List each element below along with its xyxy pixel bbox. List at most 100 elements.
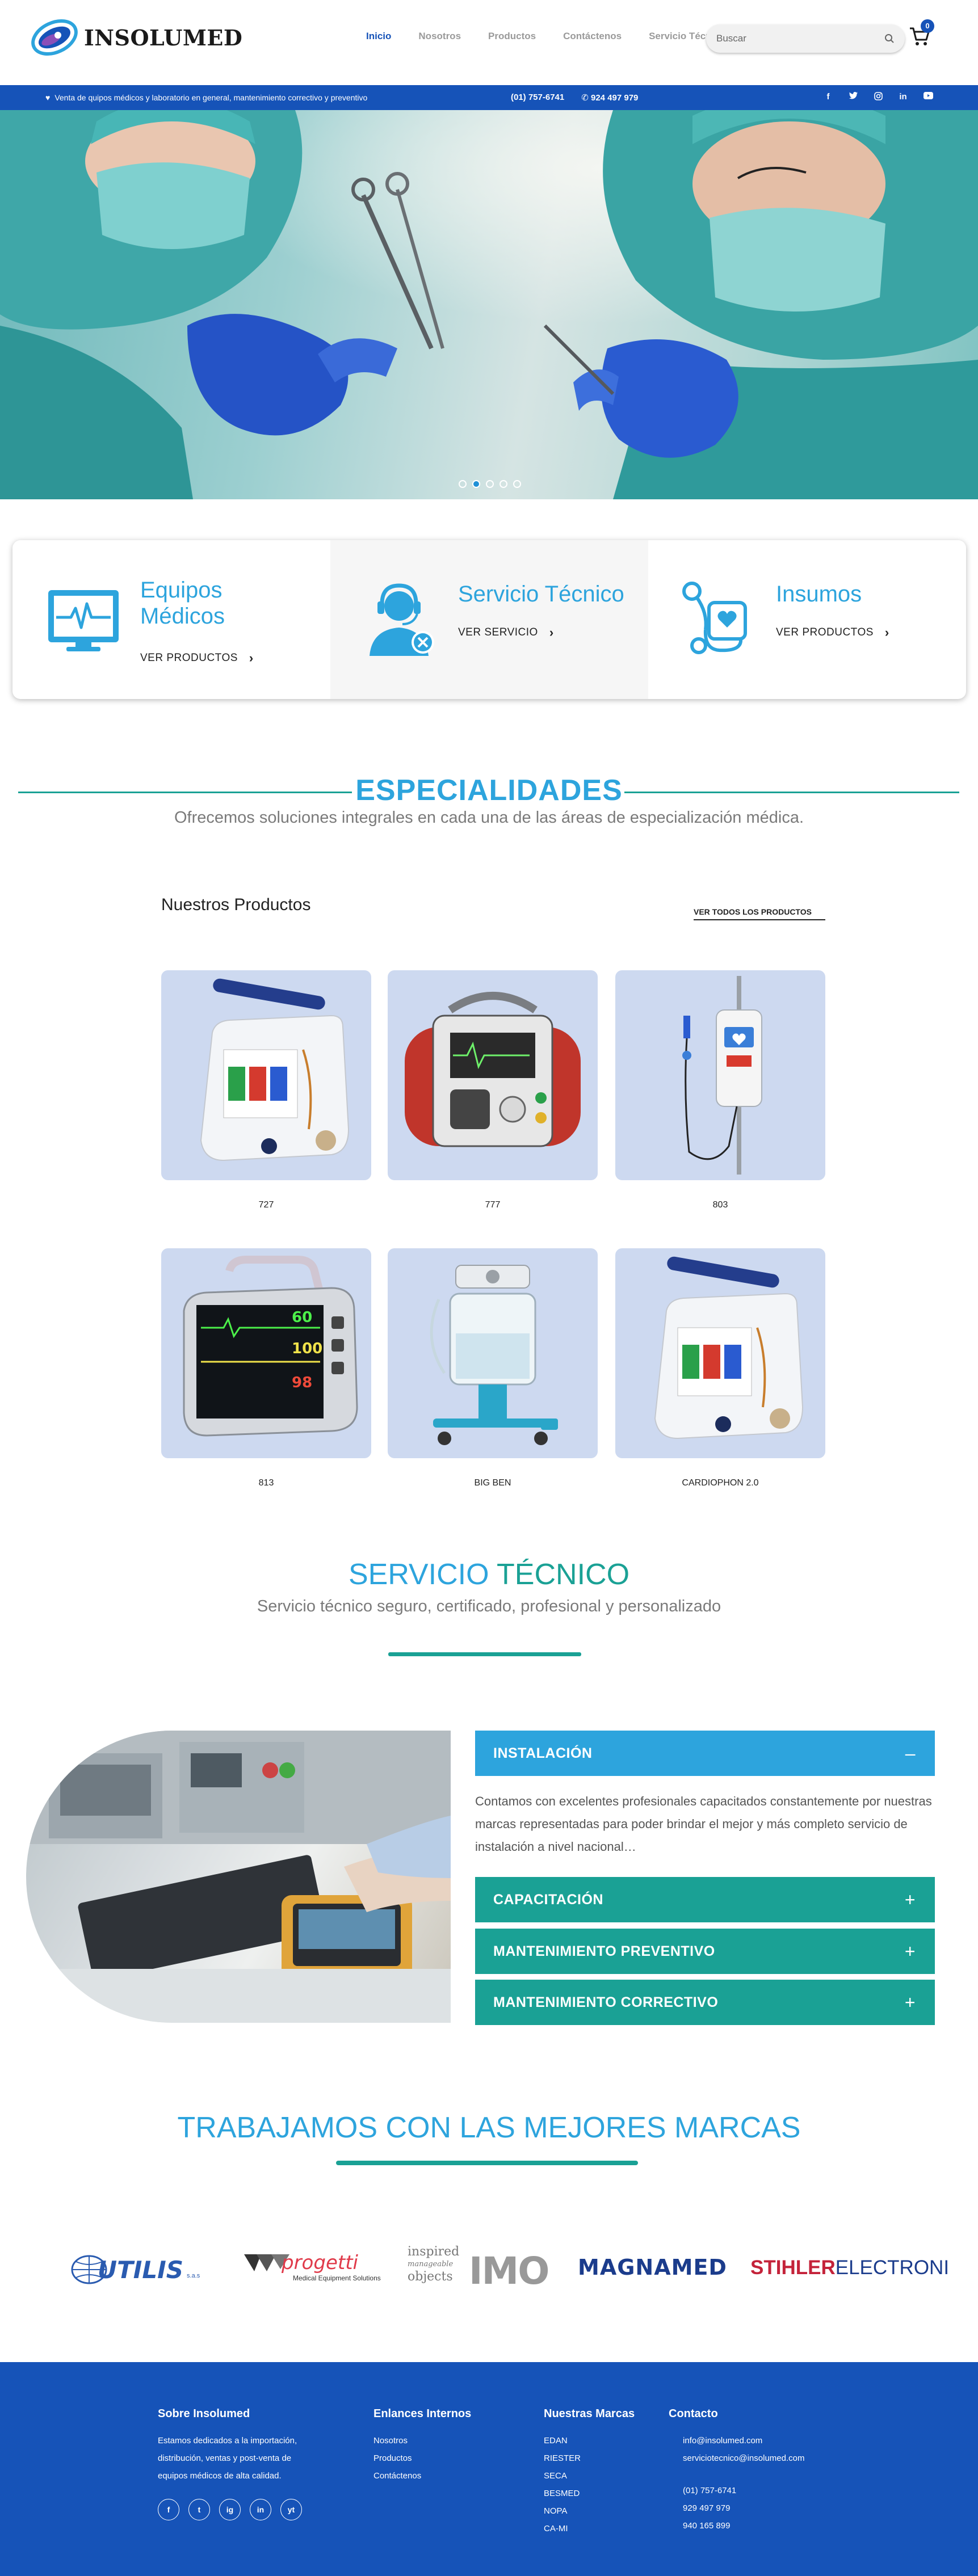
product-image[interactable] [615,970,825,1180]
instagram-icon[interactable] [873,92,883,103]
ver-servicio-link[interactable]: VER SERVICIO › [458,625,554,640]
feature-servicio-tecnico[interactable]: Servicio Técnico VER SERVICIO › [330,540,648,699]
footer-heading: Nuestras Marcas [544,2407,635,2420]
product-image[interactable] [388,970,598,1180]
divider [336,2161,638,2165]
brand-imo-logo-text[interactable]: inspired manageable objects [408,2246,459,2283]
slider-dot[interactable] [513,480,521,488]
heart-icon: ♥ [45,93,51,102]
footer-internal-links: Enlances Internos Nosotros Productos Con… [373,2407,471,2485]
hero-surgeons-image [0,110,978,499]
twitter-icon[interactable]: t [188,2499,210,2520]
tagline: ♥ Venta de quipos médicos y laboratorio … [45,93,367,102]
product-name[interactable]: 803 [615,1200,825,1210]
footer-email[interactable]: serviciotecnico@insolumed.com [683,2449,804,2467]
product-name[interactable]: 777 [388,1200,598,1210]
footer-phone[interactable]: 929 497 979 [683,2499,804,2517]
accordion-capacitacion[interactable]: CAPACITACIÓN + [475,1877,935,1922]
footer-link-nosotros[interactable]: Nosotros [373,2432,471,2449]
youtube-icon[interactable]: yt [280,2499,302,2520]
product-card[interactable]: CARDIOPHON 2.0 [615,1248,825,1488]
phone-1[interactable]: (01) 757-6741 [511,92,564,103]
product-image[interactable] [615,1248,825,1458]
footer-brand-link[interactable]: EDAN [544,2432,635,2449]
logo-text: INSOLUMED [84,24,243,50]
site-header: INSOLUMED Inicio Nosotros Productos Cont… [0,0,978,85]
product-name[interactable]: 727 [161,1200,371,1210]
product-card[interactable]: 60 100 98 813 [161,1248,371,1488]
search-input[interactable]: Buscar [706,24,905,53]
minus-icon[interactable]: – [905,1743,916,1764]
instagram-icon[interactable]: ig [219,2499,241,2520]
youtube-icon[interactable] [923,92,933,103]
whatsapp-icon: ✆ [581,93,591,103]
footer-brand-link[interactable]: CA-MI [544,2520,635,2537]
feature-equipos-medicos[interactable]: Equipos Médicos VER PRODUCTOS › [12,540,330,699]
slider-dot-active[interactable] [472,480,480,488]
accordion-instalacion[interactable]: INSTALACIÓN – [475,1731,935,1776]
footer-brand-link[interactable]: RIESTER [544,2449,635,2467]
cart-button[interactable]: 0 [908,19,934,50]
twitter-icon[interactable] [848,92,858,103]
feature-title: Servicio Técnico [458,582,624,607]
ver-productos-link[interactable]: VER PRODUCTOS › [140,651,254,666]
slider-dot[interactable] [486,480,494,488]
divider [624,792,959,793]
facebook-icon[interactable]: f [158,2499,179,2520]
footer-brand-link[interactable]: SECA [544,2467,635,2485]
slider-dot[interactable] [459,480,467,488]
footer-brand-link[interactable]: NOPA [544,2502,635,2520]
footer-email[interactable]: info@insolumed.com [683,2432,804,2449]
brand-stihler-logo[interactable]: STIHLER ELECTRONI [750,2257,949,2279]
footer-social: f t ig in yt [158,2499,302,2520]
product-name[interactable]: 813 [161,1478,371,1488]
nav-nosotros[interactable]: Nosotros [418,31,461,42]
footer-phone[interactable]: 940 165 899 [683,2517,804,2535]
brand-utilis-logo[interactable]: UTILIS s.a.s [69,2253,200,2287]
ver-productos-link[interactable]: VER PRODUCTOS › [776,625,889,640]
plus-icon[interactable]: + [905,1889,916,1910]
product-image[interactable] [388,1248,598,1458]
linkedin-icon[interactable]: in [250,2499,271,2520]
svg-text:98: 98 [292,1374,312,1391]
svg-text:100: 100 [292,1340,322,1357]
nav-contactenos[interactable]: Contáctenos [563,31,622,42]
accordion-label: MANTENIMIENTO PREVENTIVO [493,1943,715,1959]
products-title: Nuestros Productos [161,895,311,914]
whatsapp-phone[interactable]: ✆ 924 497 979 [581,92,638,103]
brand-imo-logo[interactable]: IMO [469,2249,549,2293]
facebook-icon[interactable]: f [823,92,833,103]
product-name[interactable]: CARDIOPHON 2.0 [615,1478,825,1488]
product-card[interactable]: 803 [615,970,825,1210]
footer-phone[interactable]: (01) 757-6741 [683,2482,804,2499]
service-subtitle: Servicio técnico seguro, certificado, pr… [257,1597,721,1615]
footer-text: distribución, ventas y post-venta de [158,2453,292,2463]
footer-link-productos[interactable]: Productos [373,2449,471,2467]
nav-productos[interactable]: Productos [488,31,536,42]
accordion-mantenimiento-preventivo[interactable]: MANTENIMIENTO PREVENTIVO + [475,1929,935,1974]
product-image[interactable]: 60 100 98 [161,1248,371,1458]
plus-icon[interactable]: + [905,1992,916,2013]
product-card[interactable]: 727 [161,970,371,1210]
slider-dot[interactable] [500,480,507,488]
accordion-mantenimiento-correctivo[interactable]: MANTENIMIENTO CORRECTIVO + [475,1980,935,2025]
search-icon[interactable] [884,33,895,44]
feature-insumos[interactable]: Insumos VER PRODUCTOS › [648,540,966,699]
brand-progetti-logo[interactable]: progetti Medical Equipment Solutions [244,2251,381,2282]
nav-inicio[interactable]: Inicio [366,31,391,42]
product-card[interactable]: 777 [388,970,598,1210]
main-nav: Inicio Nosotros Productos Contáctenos Se… [366,31,753,42]
product-image[interactable] [161,970,371,1180]
logo[interactable]: INSOLUMED [28,17,242,58]
footer-link-contactenos[interactable]: Contáctenos [373,2467,471,2485]
brands-title: TRABAJAMOS CON LAS MEJORES MARCAS [177,2111,801,2144]
product-name[interactable]: BIG BEN [388,1478,598,1488]
linkedin-icon[interactable]: in [898,92,908,103]
specialties-section: ESPECIALIDADES Ofrecemos soluciones inte… [0,769,978,827]
footer-brand-link[interactable]: BESMED [544,2485,635,2502]
plus-icon[interactable]: + [905,1941,916,1962]
view-all-products-link[interactable]: VER TODOS LOS PRODUCTOS [694,907,825,920]
accordion-content: Contamos con excelentes profesionales ca… [475,1794,932,1854]
brand-magnamed-logo[interactable]: MAGNAMED [578,2255,727,2280]
product-card[interactable]: BIG BEN [388,1248,598,1488]
